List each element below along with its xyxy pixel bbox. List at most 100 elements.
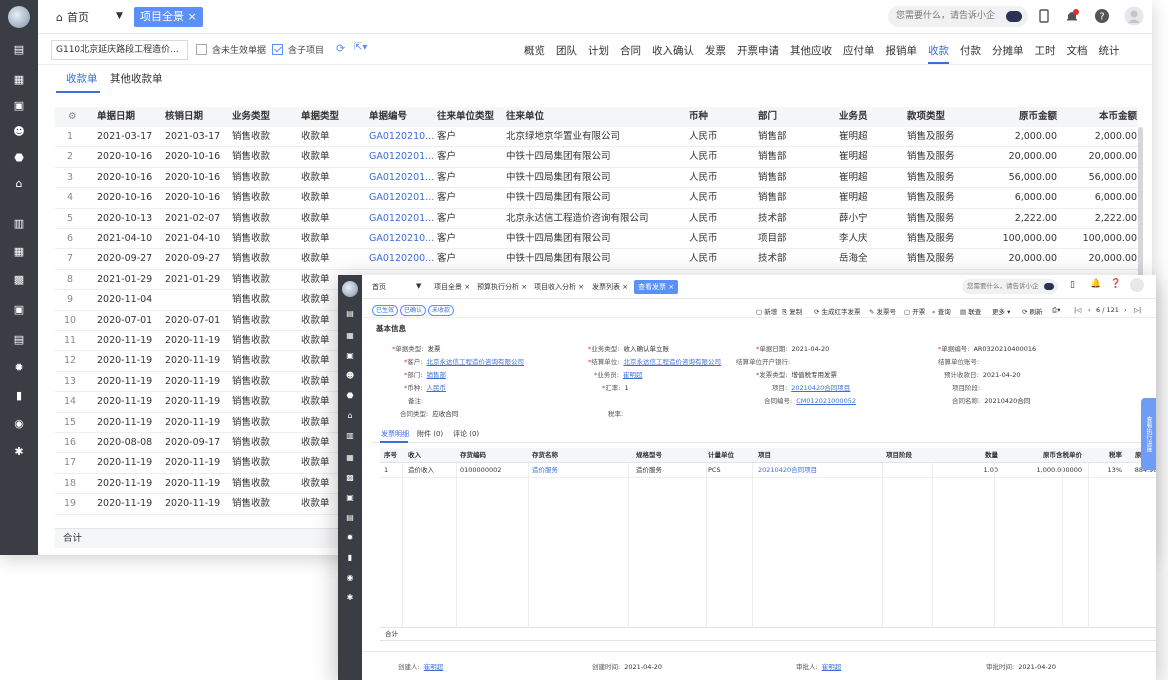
column-header-0[interactable]: 单据日期	[97, 107, 163, 127]
calendar-icon[interactable]: ▦	[12, 246, 26, 258]
nav-item-9[interactable]: 报销单	[886, 43, 918, 64]
nav-item-6[interactable]: 开票申请	[737, 43, 779, 64]
footer-creator-value[interactable]: 崔明超	[424, 663, 444, 671]
ledger-icon[interactable]: ▣	[12, 100, 26, 112]
field-customer-value[interactable]: 北京永达信工程造价咨询有限公司	[426, 358, 524, 366]
nav-item-14[interactable]: 文档	[1067, 43, 1088, 64]
field-contract-no-value[interactable]: CM012021000052	[796, 397, 856, 405]
detail-mobile-icon[interactable]: ▯	[1070, 280, 1075, 290]
project-select[interactable]: G110北京延庆路段工程造价...	[51, 40, 188, 60]
copy-button[interactable]: ⎘ 复制	[782, 306, 802, 317]
detail-tab-home[interactable]: 首页	[372, 282, 386, 292]
table-row[interactable]: 7 2020-09-27 2020-09-27 销售收款 收款单 GA0120200...…	[55, 249, 1138, 270]
detail-tab-dropdown-icon[interactable]: ▼	[416, 282, 421, 290]
nav-item-15[interactable]: 统计	[1099, 43, 1120, 64]
table-row[interactable]: 3 2020-10-16 2020-10-16 销售收款 收款单 GA0120201...…	[55, 168, 1138, 189]
detail-asterisk-icon[interactable]: ✱	[345, 593, 355, 603]
detail-user-icon[interactable]: ☻	[345, 371, 355, 381]
house-icon[interactable]: ⌂	[12, 178, 26, 190]
nav-item-4[interactable]: 收入确认	[652, 43, 694, 64]
field-currency-value[interactable]: 人民币	[426, 384, 446, 392]
table-row[interactable]: 5 2020-10-13 2021-02-07 销售收款 收款单 GA0120201...…	[55, 209, 1138, 229]
column-header-9[interactable]: 业务员	[839, 107, 905, 127]
nav-item-8[interactable]: 应付单	[843, 43, 875, 64]
detail-column-header-2[interactable]: 存货编码	[460, 448, 528, 463]
nav-item-0[interactable]: 概览	[524, 43, 545, 64]
subtab-attachments[interactable]: 附件 (0)	[417, 429, 443, 439]
gear-icon[interactable]: ✹	[12, 362, 26, 374]
bar-chart-icon[interactable]: ▮	[12, 390, 26, 402]
field-project-value[interactable]: 20210420合同项目	[791, 384, 850, 392]
detail-home-icon[interactable]: ▤	[345, 309, 355, 319]
field-contract-type-value[interactable]: 应收合同	[432, 410, 458, 418]
field-biz-type-value[interactable]: 收入确认单立账	[623, 345, 669, 353]
detail-tab-revenue[interactable]: 项目收入分析 ×	[534, 282, 584, 292]
unapproved-checkbox[interactable]	[196, 44, 207, 55]
detail-money-icon[interactable]: ▣	[345, 493, 355, 503]
column-header-12[interactable]: 本币金额	[1065, 107, 1137, 127]
detail-column-header-1[interactable]: 收入	[408, 448, 456, 463]
grid-icon[interactable]: ▩	[12, 274, 26, 286]
nav-item-10[interactable]: 收款	[928, 43, 949, 64]
money-icon[interactable]: ▣	[12, 304, 26, 316]
new-button[interactable]: ▢ 新增	[756, 306, 777, 316]
subtab-other-receipt[interactable]: 其他收款单	[110, 71, 163, 86]
refresh-button[interactable]: ⟳ 刷新	[1022, 306, 1043, 316]
print-icon[interactable]: ⎙▾	[1052, 306, 1060, 315]
nav-item-1[interactable]: 团队	[556, 43, 577, 64]
column-header-5[interactable]: 往来单位类型	[437, 107, 503, 127]
table-row[interactable]: 1 2021-03-17 2021-03-17 销售收款 收款单 GA0120210...…	[55, 127, 1138, 148]
export-icon[interactable]: ⇱▾	[354, 42, 367, 53]
detail-column-header-7[interactable]: 项目阶段	[886, 448, 936, 463]
field-contract-name-value[interactable]: 20210420合同	[984, 397, 1030, 405]
shield-icon[interactable]: ⬣	[12, 152, 26, 164]
table-cell[interactable]: GA0120201...	[369, 147, 435, 167]
column-settings-icon[interactable]: ⚙	[68, 107, 77, 127]
table-cell[interactable]: GA0120210...	[369, 127, 435, 147]
refresh-icon[interactable]: ⟳	[336, 42, 345, 55]
nav-item-12[interactable]: 分摊单	[992, 43, 1024, 64]
column-header-2[interactable]: 业务类型	[232, 107, 298, 127]
search-input[interactable]: 您需要什么，请告诉小企	[888, 6, 1028, 27]
subtab-invoice-detail[interactable]: 发票明细	[381, 429, 409, 439]
detail-avatar[interactable]	[1130, 278, 1144, 292]
mobile-icon[interactable]	[1036, 8, 1052, 24]
detail-column-header-6[interactable]: 项目	[758, 448, 882, 463]
report-icon[interactable]: ▤	[12, 334, 26, 346]
next-page-icon[interactable]: ›	[1124, 306, 1127, 314]
field-doc-no-value[interactable]: AR0320210400016	[973, 345, 1036, 353]
column-header-3[interactable]: 单据类型	[301, 107, 367, 127]
detail-house-icon[interactable]: ⌂	[345, 411, 355, 421]
table-cell[interactable]: GA0120200...	[369, 249, 435, 269]
table-row[interactable]: 2 2020-10-16 2020-10-16 销售收款 收款单 GA0120201...…	[55, 147, 1138, 168]
column-header-1[interactable]: 核销日期	[165, 107, 231, 127]
detail-column-header-9[interactable]: 原币含税单价	[1016, 448, 1082, 463]
column-header-11[interactable]: 原币金额	[985, 107, 1057, 127]
table-cell[interactable]: GA0120210...	[369, 229, 435, 249]
detail-column-header-3[interactable]: 存货名称	[532, 448, 632, 463]
help-icon[interactable]: ?	[1094, 8, 1110, 24]
home-icon[interactable]: ▤	[12, 44, 26, 56]
detail-calendar-icon[interactable]: ▦	[345, 453, 355, 463]
table-cell[interactable]: GA0120201...	[369, 209, 435, 229]
column-header-6[interactable]: 往来单位	[506, 107, 686, 127]
assistant-icon[interactable]	[1006, 11, 1022, 22]
detail-shield-icon[interactable]: ⬣	[345, 391, 355, 401]
detail-column-header-0[interactable]: 序号	[384, 448, 404, 463]
nav-item-11[interactable]: 付款	[960, 43, 981, 64]
table-cell[interactable]: GA0120201...	[369, 188, 435, 208]
detail-app-logo[interactable]	[342, 281, 358, 297]
footer-reviewer-value[interactable]: 崔明超	[822, 663, 842, 671]
detail-tab-view-invoice[interactable]: 查看发票 ×	[634, 280, 679, 294]
query-button[interactable]: ⌕ 查询	[932, 306, 951, 317]
nav-item-3[interactable]: 合同	[620, 43, 641, 64]
nav-item-13[interactable]: 工时	[1035, 43, 1056, 64]
subtab-receipt[interactable]: 收款单	[66, 71, 98, 86]
linked-query-button[interactable]: ▤ 联查	[960, 306, 981, 316]
detail-search-input[interactable]: 您需要什么，请告诉小企	[962, 279, 1058, 294]
nav-item-7[interactable]: 其他应收	[790, 43, 832, 64]
column-header-8[interactable]: 部门	[758, 107, 836, 127]
field-salesman-value[interactable]: 崔明超	[623, 371, 643, 379]
table-row[interactable]: 4 2020-10-16 2020-10-16 销售收款 收款单 GA0120201...…	[55, 188, 1138, 209]
first-page-icon[interactable]: |◁	[1074, 306, 1081, 314]
